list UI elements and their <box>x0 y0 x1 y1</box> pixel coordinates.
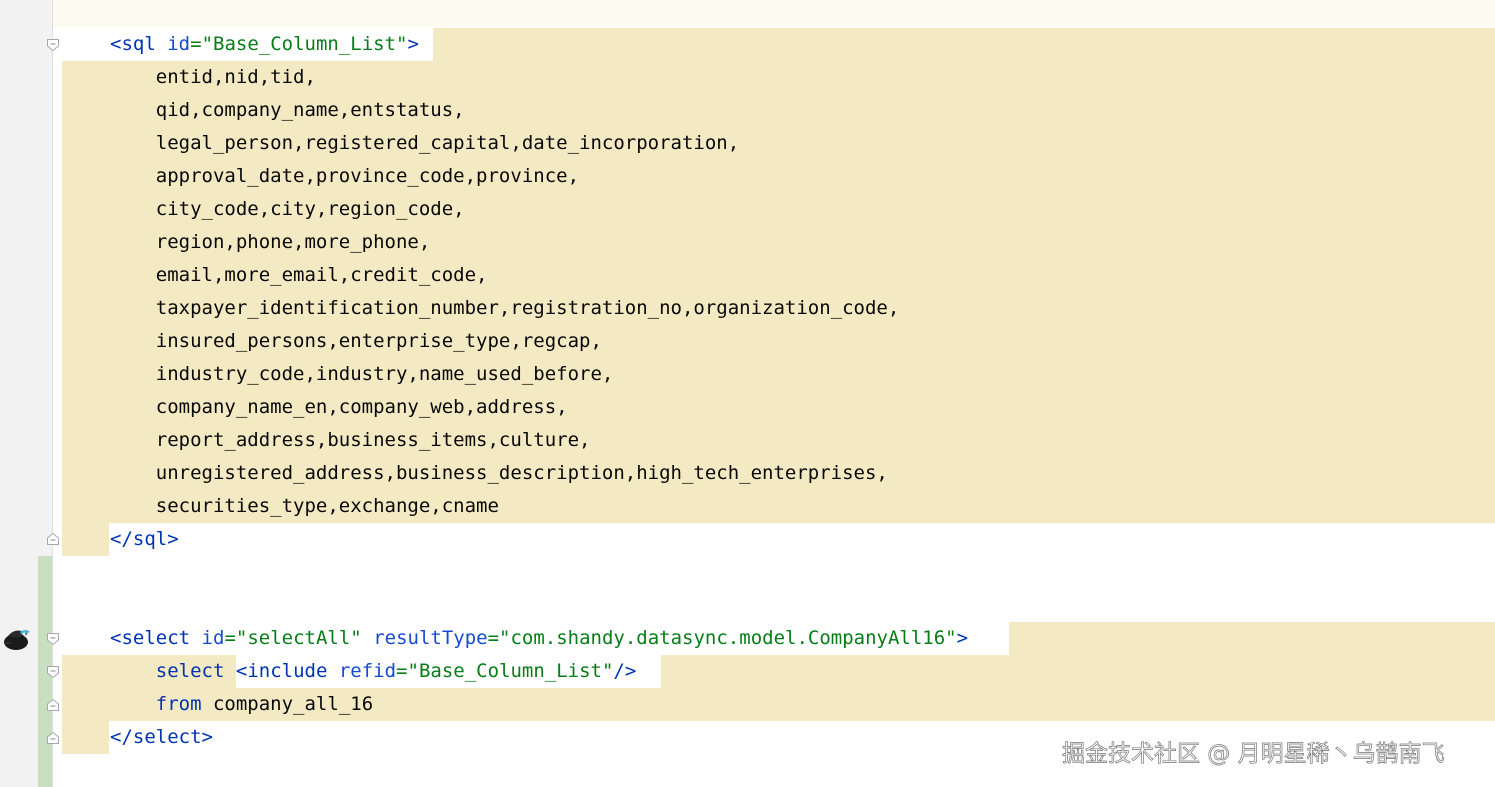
select-close-tag-name: select <box>132 726 202 748</box>
column-names: email,more_email,credit_code, <box>155 264 488 286</box>
fold-end-marker-icon[interactable] <box>46 698 60 712</box>
code-text: qid,company_name,entstatus, <box>110 94 465 127</box>
select-result-attr: resultType <box>373 627 488 649</box>
column-names: report_address,business_items,culture, <box>155 429 591 451</box>
code-line-sql-close[interactable]: </sql> <box>0 523 1495 556</box>
from-keyword: from <box>155 693 202 715</box>
code-text: </sql> <box>110 528 179 550</box>
column-names: company_name_en,company_web,address, <box>155 396 568 418</box>
code-line-column-list[interactable]: qid,company_name,entstatus, <box>0 94 1495 127</box>
code-line-from[interactable]: from company_all_16 <box>0 688 1495 721</box>
code-line-select-open[interactable]: <select id="selectAll" resultType="com.s… <box>0 622 1495 655</box>
code-text: region,phone,more_phone, <box>110 226 431 259</box>
column-names: legal_person,registered_capital,date_inc… <box>155 132 740 154</box>
code-line-column-list[interactable]: city_code,city,region_code, <box>0 193 1495 226</box>
code-text: select <include refid="Base_Column_List"… <box>110 655 637 688</box>
code-line-column-list[interactable]: legal_person,registered_capital,date_inc… <box>0 127 1495 160</box>
column-names: qid,company_name,entstatus, <box>155 99 465 121</box>
line-highlight <box>661 655 1495 688</box>
code-text: entid,nid,tid, <box>110 61 316 94</box>
code-line-column-list[interactable]: insured_persons,enterprise_type,regcap, <box>0 325 1495 358</box>
code-text: approval_date,province_code,province, <box>110 160 579 193</box>
sql-close-tag-name: sql <box>132 528 168 550</box>
line-highlight <box>62 523 109 556</box>
column-names: taxpayer_identification_number,registrat… <box>155 297 900 319</box>
code-text: taxpayer_identification_number,registrat… <box>110 292 900 325</box>
code-line-column-list[interactable]: industry_code,industry,name_used_before, <box>0 358 1495 391</box>
code-text: <select id="selectAll" resultType="com.s… <box>110 622 969 655</box>
code-line-column-list[interactable]: securities_type,exchange,cname <box>0 490 1495 523</box>
fold-marker-icon[interactable] <box>46 665 60 679</box>
fold-marker-icon[interactable] <box>46 38 60 52</box>
code-text: insured_persons,enterprise_type,regcap, <box>110 325 602 358</box>
line-highlight <box>62 721 109 754</box>
select-result-value: "com.shandy.datasync.model.CompanyAll16" <box>499 627 957 649</box>
include-refid-value: "Base_Column_List" <box>407 660 614 682</box>
code-line-column-list[interactable]: email,more_email,credit_code, <box>0 259 1495 292</box>
code-line-column-list[interactable]: region,phone,more_phone, <box>0 226 1495 259</box>
code-text: industry_code,industry,name_used_before, <box>110 358 614 391</box>
code-text: city_code,city,region_code, <box>110 193 465 226</box>
code-text: report_address,business_items,culture, <box>110 424 591 457</box>
column-names: region,phone,more_phone, <box>155 231 431 253</box>
fold-marker-icon[interactable] <box>46 632 60 646</box>
code-line-column-list[interactable]: unregistered_address,business_descriptio… <box>0 457 1495 490</box>
column-names: unregistered_address,business_descriptio… <box>155 462 888 484</box>
select-id-attr: id <box>201 627 225 649</box>
code-line-column-list[interactable]: entid,nid,tid, <box>0 61 1495 94</box>
from-table-name: company_all_16 <box>212 693 374 715</box>
code-text: email,more_email,credit_code, <box>110 259 488 292</box>
sql-id-value: "Base_Column_List" <box>201 33 408 55</box>
code-text: <sql id="Base_Column_List"> <box>110 28 419 61</box>
select-id-value: "selectAll" <box>235 627 362 649</box>
code-text: unregistered_address,business_descriptio… <box>110 457 888 490</box>
column-names: securities_type,exchange,cname <box>155 495 499 517</box>
column-names: industry_code,industry,name_used_before, <box>155 363 614 385</box>
code-line-sql-open[interactable]: <sql id="Base_Column_List"> <box>0 28 1495 61</box>
top-band <box>53 0 1495 27</box>
code-line-column-list[interactable]: company_name_en,company_web,address, <box>0 391 1495 424</box>
line-highlight <box>433 28 1495 61</box>
watermark: 掘金技术社区 @ 月明星稀丶乌鹊南飞 <box>1062 741 1445 768</box>
code-text: from company_all_16 <box>110 688 373 721</box>
code-text: </select> <box>110 726 213 748</box>
code-text: securities_type,exchange,cname <box>110 490 499 523</box>
code-text: company_name_en,company_web,address, <box>110 391 568 424</box>
fold-end-marker-icon[interactable] <box>46 731 60 745</box>
column-names: approval_date,province_code,province, <box>155 165 580 187</box>
include-refid-attr: refid <box>338 660 397 682</box>
column-names: insured_persons,enterprise_type,regcap, <box>155 330 602 352</box>
line-highlight <box>1009 622 1495 655</box>
code-line-select-include[interactable]: select <include refid="Base_Column_List"… <box>0 655 1495 688</box>
code-line-column-list[interactable]: approval_date,province_code,province, <box>0 160 1495 193</box>
select-keyword: select <box>155 660 225 682</box>
sql-id-attr: id <box>167 33 191 55</box>
sql-tag-name: sql <box>121 33 156 55</box>
column-names: city_code,city,region_code, <box>155 198 465 220</box>
bird-avatar-icon[interactable] <box>2 624 32 654</box>
column-names: entid,nid,tid, <box>155 66 316 88</box>
code-line-column-list[interactable]: taxpayer_identification_number,registrat… <box>0 292 1495 325</box>
fold-end-marker-icon[interactable] <box>46 532 60 546</box>
include-tag-name: include <box>247 660 328 682</box>
select-tag-name: select <box>121 627 191 649</box>
code-text: legal_person,registered_capital,date_inc… <box>110 127 739 160</box>
code-line-column-list[interactable]: report_address,business_items,culture, <box>0 424 1495 457</box>
